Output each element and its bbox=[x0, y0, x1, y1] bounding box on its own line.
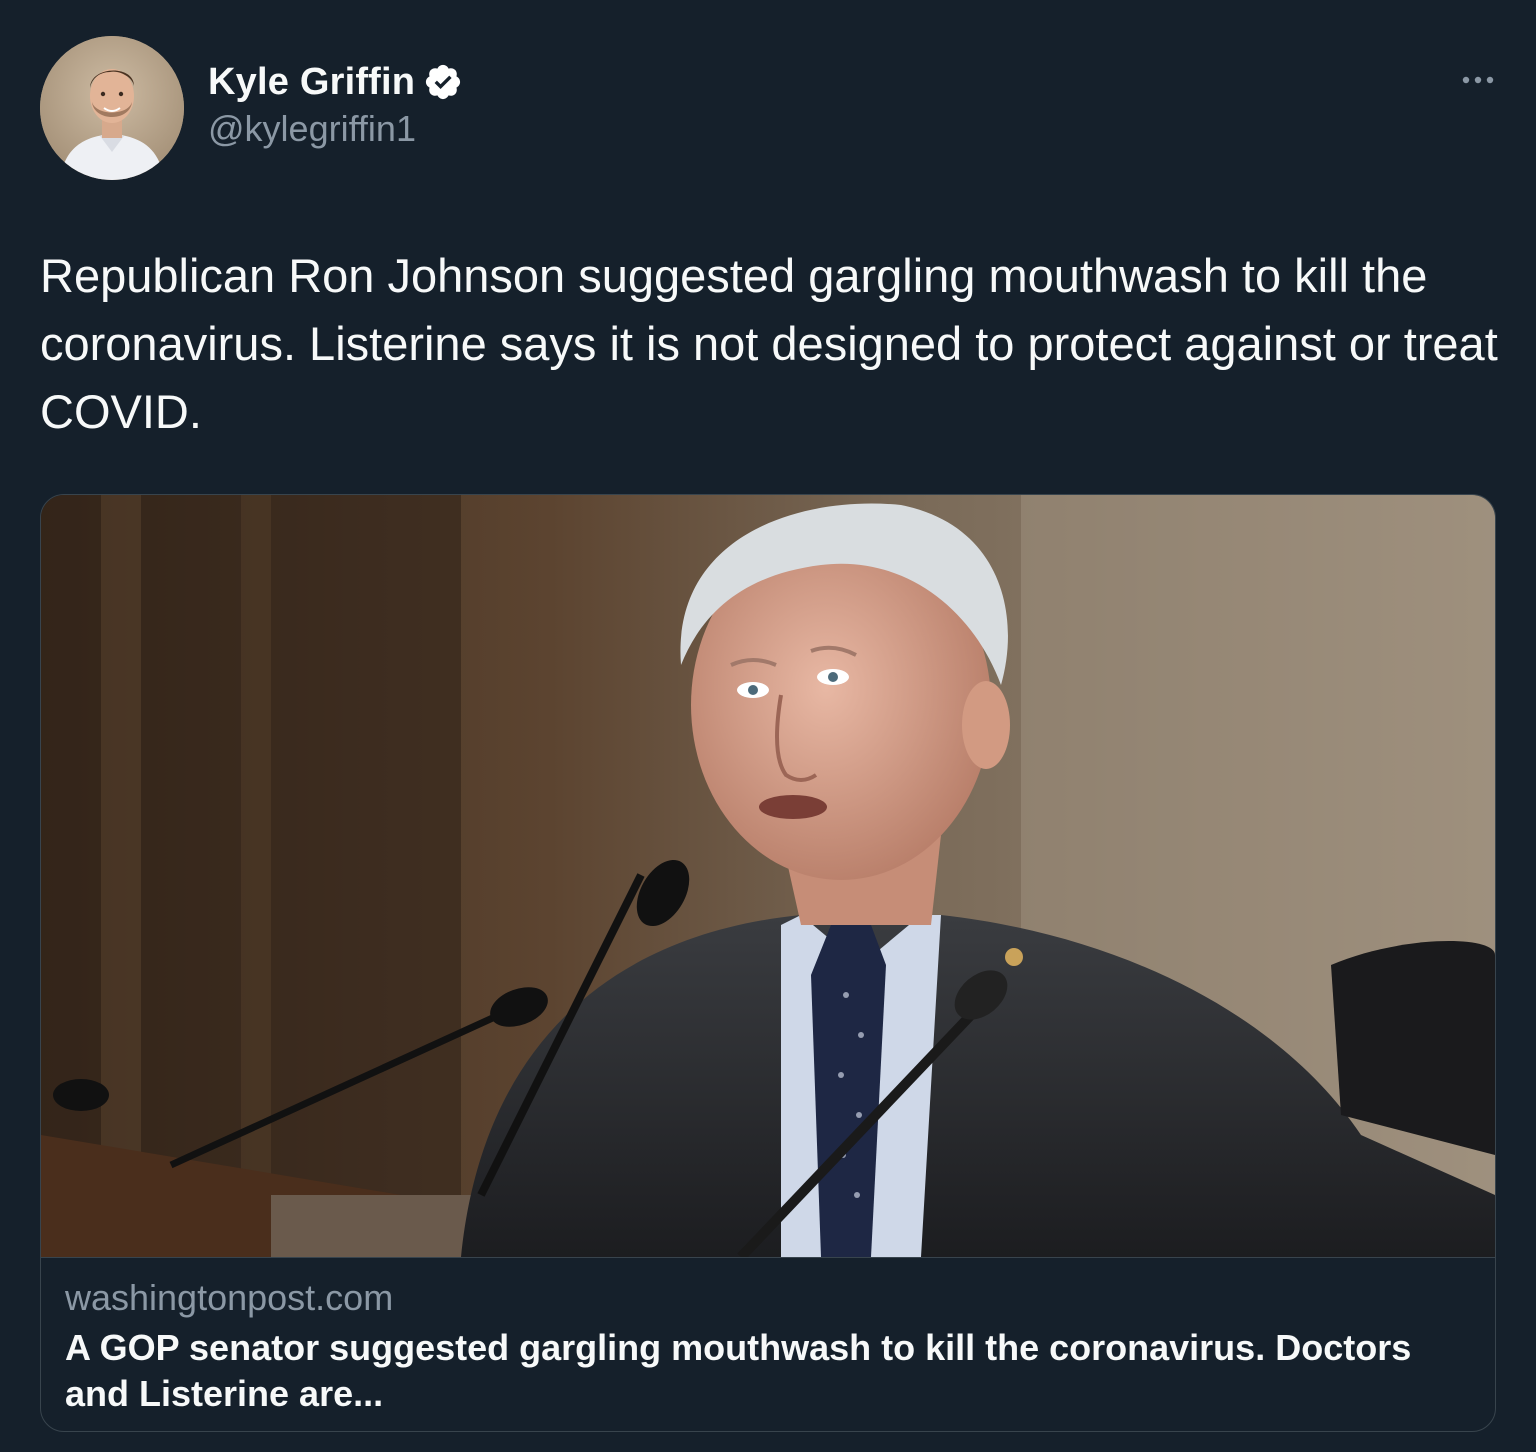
tweet: Kyle Griffin @kylegriffin1 Republican Ro… bbox=[0, 0, 1536, 1452]
author-name-row[interactable]: Kyle Griffin bbox=[208, 58, 463, 106]
author-handle[interactable]: @kylegriffin1 bbox=[208, 108, 416, 150]
more-options-button[interactable] bbox=[1448, 60, 1508, 100]
author-avatar[interactable] bbox=[40, 36, 184, 180]
card-domain: washingtonpost.com bbox=[65, 1277, 394, 1318]
card-image[interactable] bbox=[41, 495, 1495, 1258]
verified-badge-icon bbox=[423, 62, 463, 102]
link-card[interactable]: washingtonpost.com A GOP senator suggest… bbox=[40, 494, 1496, 1432]
author-name[interactable]: Kyle Griffin bbox=[208, 61, 415, 104]
more-options-icon bbox=[1462, 76, 1494, 84]
avatar-image bbox=[40, 36, 184, 180]
tweet-text: Republican Ron Johnson suggested garglin… bbox=[40, 249, 1498, 438]
card-title: A GOP senator suggested gargling mouthwa… bbox=[65, 1327, 1412, 1414]
news-photo bbox=[41, 495, 1495, 1257]
